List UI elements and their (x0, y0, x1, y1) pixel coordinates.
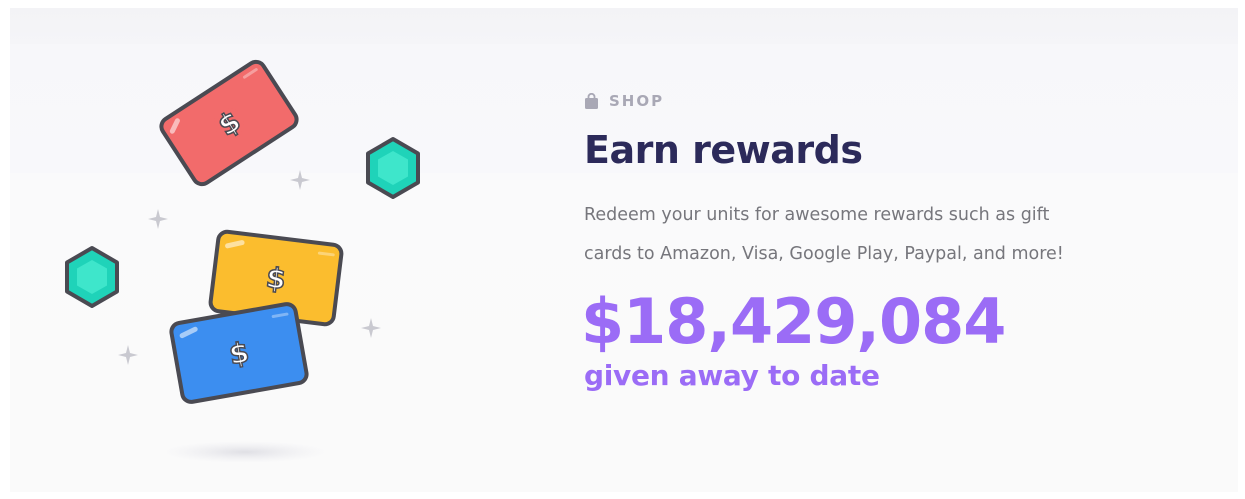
teal-hexagon-gem-icon (366, 137, 420, 199)
teal-hexagon-gem-icon (65, 246, 119, 308)
description-line-2: cards to Amazon, Visa, Google Play, Payp… (584, 244, 1064, 264)
rewards-content: SHOP Earn rewards Redeem your units for … (581, 90, 1224, 393)
eyebrow-label: SHOP (609, 91, 665, 110)
description-line-1: Redeem your units for awesome rewards su… (584, 205, 1050, 225)
rewards-illustration: $ $ $ (65, 59, 420, 463)
ground-shadow (163, 441, 327, 463)
total-rewards-caption: given away to date (584, 359, 880, 392)
shopping-bag-icon (584, 92, 599, 110)
blue-gift-card-icon: $ (169, 302, 309, 404)
yellow-card-dollar-symbol: $ (264, 261, 287, 296)
red-gift-card-icon: $ (159, 59, 299, 187)
section-description: Redeem your units for awesome rewards su… (584, 196, 1204, 274)
rewards-section: $ $ $ SHOP Earn rewards Redeem your unit… (0, 0, 1245, 499)
section-eyebrow: SHOP (584, 90, 1224, 112)
total-rewards-amount: $18,429,084 (581, 285, 1006, 358)
section-title: Earn rewards (584, 128, 863, 172)
